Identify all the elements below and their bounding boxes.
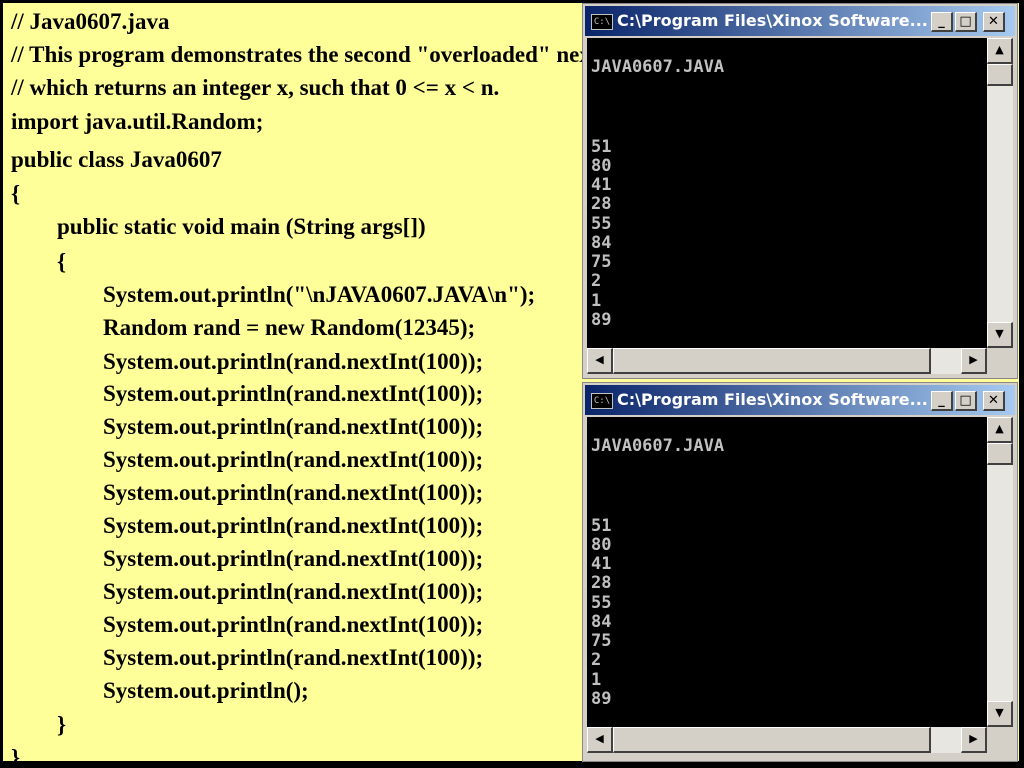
code-line: System.out.println(rand.nextInt(100)); [11,612,484,637]
console-line: 28 [591,194,612,214]
code-line: import java.util.Random; [11,109,264,134]
title-bar[interactable]: C:\ C:\Program Files\Xinox Software... _… [585,6,1015,36]
console-line: 1 [591,291,602,311]
code-line: { [11,249,67,274]
console-output[interactable]: JAVA0607.JAVA518041285584752189Press any… [587,417,987,727]
console-line: 80 [591,156,612,176]
code-line: public static void main (String args[]) [11,214,426,239]
code-line: System.out.println(rand.nextInt(100)); [11,381,484,406]
console-line: 89 [591,689,612,709]
code-line: System.out.println(rand.nextInt(100)); [11,546,484,571]
scroll-thumb-horizontal[interactable] [613,727,931,753]
horizontal-scrollbar[interactable]: ◀ ▶ [587,727,987,753]
code-line: // Java0607.java [11,9,170,34]
window-title: C:\Program Files\Xinox Software... [617,390,928,409]
console-line: 84 [591,612,612,632]
resize-grip[interactable] [987,348,1013,374]
code-line: System.out.println(rand.nextInt(100)); [11,414,484,439]
code-line: System.out.println("\nJAVA0607.JAVA\n"); [11,282,536,307]
console-line: 55 [591,214,612,234]
console-line: 80 [591,535,612,555]
code-line: System.out.println(rand.nextInt(100)); [11,645,484,670]
console-line: 75 [591,252,612,272]
code-line: public class Java0607 [11,147,222,172]
console-line: 2 [591,650,602,670]
close-button[interactable]: ✕ [983,12,1005,32]
close-button[interactable]: ✕ [983,391,1005,411]
code-line: // which returns an integer x, such that… [11,75,500,100]
code-line: } [11,745,21,761]
scroll-thumb-horizontal[interactable] [613,348,931,374]
console-line: JAVA0607.JAVA [591,436,725,456]
resize-grip[interactable] [987,727,1013,753]
scroll-down-button[interactable]: ▼ [987,322,1013,348]
code-line: System.out.println(rand.nextInt(100)); [11,447,484,472]
console-line: JAVA0607.JAVA [591,57,725,77]
scroll-up-button[interactable]: ▲ [987,417,1013,443]
scroll-right-button[interactable]: ▶ [961,727,987,753]
title-bar[interactable]: C:\ C:\Program Files\Xinox Software... _… [585,385,1015,415]
scroll-down-button[interactable]: ▼ [987,701,1013,727]
console-line: 41 [591,175,612,195]
console-line: 28 [591,573,612,593]
console-window-2: C:\ C:\Program Files\Xinox Software... _… [582,382,1018,762]
console-icon[interactable]: C:\ [591,393,613,409]
code-line: System.out.println(rand.nextInt(100)); [11,579,484,604]
console-line: 84 [591,233,612,253]
code-line: System.out.println(); [11,678,309,703]
scroll-thumb[interactable] [987,64,1013,86]
console-line: 51 [591,137,612,157]
code-line: System.out.println(rand.nextInt(100)); [11,513,484,538]
maximize-button[interactable]: □ [955,391,977,411]
console-line: 89 [591,310,612,330]
console-line: 51 [591,516,612,536]
code-line: } [11,712,67,737]
scroll-thumb[interactable] [987,443,1013,465]
minimize-button[interactable]: _ [931,12,953,32]
console-line: 75 [591,631,612,651]
scroll-left-button[interactable]: ◀ [587,348,613,374]
scroll-up-button[interactable]: ▲ [987,38,1013,64]
maximize-button[interactable]: □ [955,12,977,32]
console-line: 2 [591,271,602,291]
console-output[interactable]: JAVA0607.JAVA518041285584752189Press any… [587,38,987,348]
minimize-button[interactable]: _ [931,391,953,411]
console-line: 55 [591,593,612,613]
code-line: { [11,181,21,206]
vertical-scrollbar[interactable]: ▲ ▼ [987,417,1013,727]
window-title: C:\Program Files\Xinox Software... [617,11,928,30]
console-line: 41 [591,554,612,574]
vertical-scrollbar[interactable]: ▲ ▼ [987,38,1013,348]
code-line: Random rand = new Random(12345); [11,315,476,340]
horizontal-scrollbar[interactable]: ◀ ▶ [587,348,987,374]
scroll-left-button[interactable]: ◀ [587,727,613,753]
console-window-1: C:\ C:\Program Files\Xinox Software... _… [582,3,1018,379]
console-line: 1 [591,670,602,690]
code-line: System.out.println(rand.nextInt(100)); [11,480,484,505]
scroll-right-button[interactable]: ▶ [961,348,987,374]
console-icon[interactable]: C:\ [591,14,613,30]
code-line: System.out.println(rand.nextInt(100)); [11,349,484,374]
